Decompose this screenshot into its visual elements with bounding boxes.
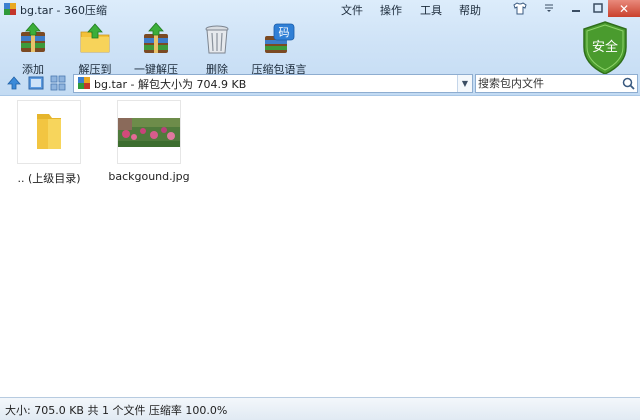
delete-trash-icon [205,25,229,54]
archive-language-icon: 码 [265,23,295,53]
image-thumb [117,100,181,164]
list-item-background-jpg[interactable]: backgound.jpg [104,100,194,183]
thumbnail-view-icon[interactable] [28,75,44,91]
photo-thumbnail-icon [118,118,180,147]
status-bar: 大小: 705.0 KB 共 1 个文件 压缩率 100.0% [0,397,640,420]
address-bar[interactable]: bg.tar - 解包大小为 704.9 KB ▼ [73,74,473,93]
security-shield[interactable]: 安全 [580,20,630,76]
folder-thumb [17,100,81,164]
address-text: bg.tar - 解包大小为 704.9 KB [94,78,247,91]
shield-icon: 安全 [583,21,627,75]
menu-operation[interactable]: 操作 [380,2,402,18]
svg-text:码: 码 [279,26,290,39]
up-arrow-icon[interactable] [6,75,22,91]
app-icon [4,3,16,15]
close-icon[interactable]: ✕ [608,0,640,17]
menu-dropdown-icon[interactable] [541,1,557,15]
delete-button[interactable]: 删除 [185,22,249,77]
address-row: bg.tar - 解包大小为 704.9 KB ▼ [0,73,640,94]
maximize-icon[interactable] [590,1,606,15]
window-title: bg.tar - 360压缩 [20,4,107,17]
file-name: .. (上级目录) [17,172,81,185]
menu-file[interactable]: 文件 [341,2,363,18]
one-click-extract-icon [144,22,168,53]
menu-tools[interactable]: 工具 [420,2,442,18]
chevron-down-icon[interactable]: ▼ [457,75,472,92]
shield-label: 安全 [592,39,618,55]
one-click-extract-button[interactable]: 一键解压 [124,22,188,77]
file-list[interactable]: .. (上级目录) backgound.jpg [0,96,640,397]
add-button[interactable]: 添加 [1,22,65,77]
add-archive-icon [21,22,45,52]
file-name: backgound.jpg [108,170,190,183]
title-bar: bg.tar - 360压缩 文件 操作 工具 帮助 ✕ [0,0,640,18]
minimize-icon[interactable] [568,1,584,15]
archive-language-button[interactable]: 码 压缩包语言 [247,22,311,77]
extract-to-icon [80,23,110,53]
window-chrome: bg.tar - 360压缩 文件 操作 工具 帮助 ✕ 添加 解压到 一键解压… [0,0,640,96]
search-box [475,74,638,93]
menu-help[interactable]: 帮助 [459,2,481,18]
list-view-icon[interactable] [50,75,66,91]
list-item-parent-folder[interactable]: .. (上级目录) [4,100,94,186]
status-text: 大小: 705.0 KB 共 1 个文件 压缩率 100.0% [5,404,228,417]
extract-to-button[interactable]: 解压到 [63,22,127,77]
search-icon[interactable] [622,77,635,90]
archive-icon [78,77,90,89]
folder-icon [37,114,61,149]
skin-shirt-icon[interactable] [512,1,528,15]
search-input[interactable] [478,76,618,91]
